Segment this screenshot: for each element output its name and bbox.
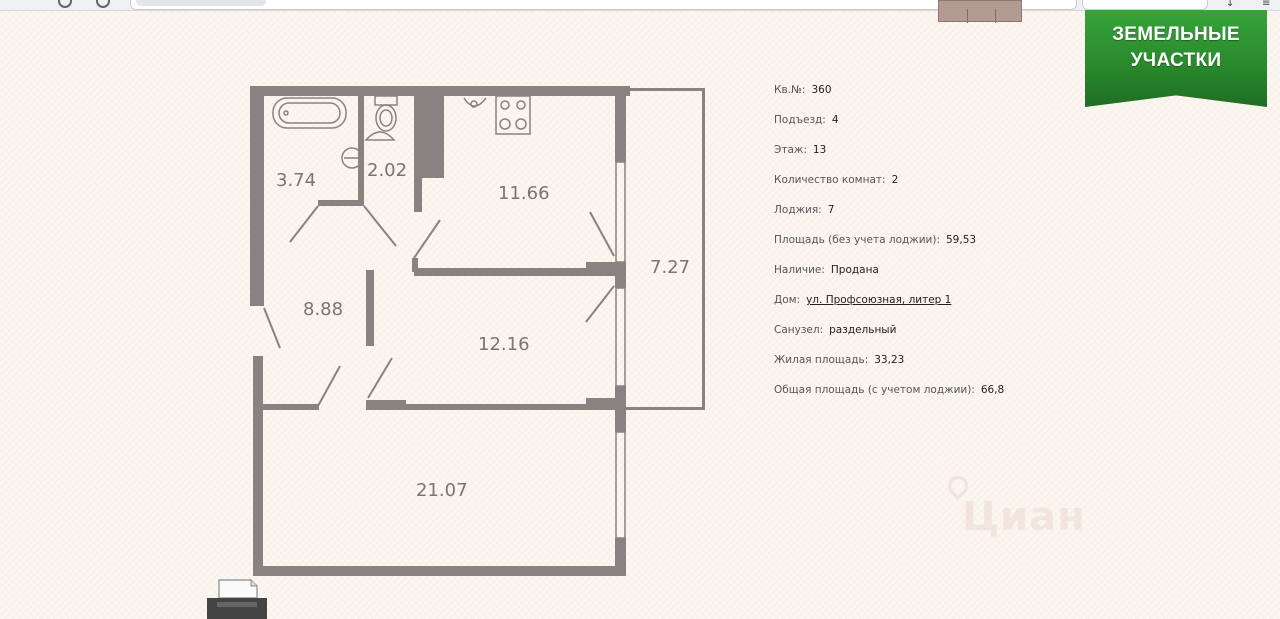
menu-icon[interactable]: ≡ (1262, 0, 1270, 9)
windows (615, 161, 626, 539)
bathtub-icon (272, 97, 347, 129)
header-thumbnail[interactable] (938, 0, 1022, 23)
download-icon[interactable]: ↓ (1226, 0, 1234, 9)
cian-watermark-icon: Циан (940, 470, 1140, 550)
ribbon-line-1: ЗЕМЕЛЬНЫЕ (1112, 24, 1240, 45)
room-area-loggia: 7.27 (650, 257, 690, 278)
info-row-entrance: Подъезд: 4 (774, 114, 839, 126)
printer-icon[interactable] (205, 578, 269, 619)
sink-icon (341, 147, 363, 169)
info-row-rooms: Количество комнат: 2 (774, 174, 899, 186)
stove-icon (495, 95, 531, 135)
room-area-bath: 3.74 (276, 170, 316, 191)
floor-plan: 3.74 2.02 11.66 7.27 8.88 12.16 21.07 (250, 86, 705, 576)
info-row-availability: Наличие: Продана (774, 264, 879, 276)
room-area-wc: 2.02 (367, 160, 407, 181)
sink-icon (364, 131, 396, 141)
address-chip (136, 0, 266, 6)
info-row-total-area: Общая площадь (с учетом лоджии): 66,8 (774, 384, 1005, 396)
info-row-area-no-loggia: Площадь (без учета лоджии): 59,53 (774, 234, 977, 246)
walls (250, 86, 705, 576)
info-row-bathroom: Санузел: раздельный (774, 324, 897, 336)
info-row-number: Кв.№: 360 (774, 84, 832, 96)
house-link[interactable]: ул. Профсоюзная, литер 1 (806, 294, 951, 306)
sink-icon (463, 97, 487, 108)
ribbon-line-2: УЧАСТКИ (1130, 50, 1222, 71)
info-row-floor: Этаж: 13 (774, 144, 827, 156)
forward-icon[interactable] (96, 0, 110, 8)
room-area-room1: 12.16 (478, 334, 530, 355)
info-row-living-area: Жилая площадь: 33,23 (774, 354, 905, 366)
info-row-house: Дом: ул. Профсоюзная, литер 1 (774, 294, 952, 306)
room-area-room2: 21.07 (416, 480, 468, 501)
room-area-hall: 8.88 (303, 299, 343, 320)
info-row-loggia: Лоджия: 7 (774, 204, 835, 216)
apartment-info: Кв.№: 360 Подъезд: 4 Этаж: 13 Количество ко… (774, 82, 1134, 412)
back-icon[interactable] (58, 0, 72, 8)
ribbon-label: ЗЕМЕЛЬНЫЕ УЧАСТКИ (1085, 22, 1267, 74)
room-area-kitchen: 11.66 (498, 183, 550, 204)
address-bar[interactable] (130, 0, 1077, 10)
toilet-icon (374, 95, 398, 132)
browser-search-input[interactable] (1082, 0, 1208, 10)
